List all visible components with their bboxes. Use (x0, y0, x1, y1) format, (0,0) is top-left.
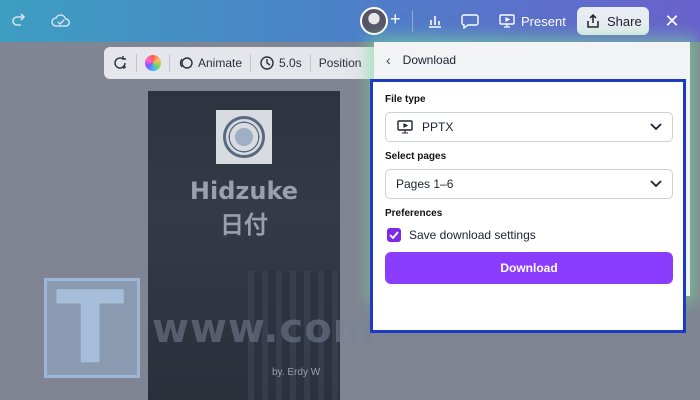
preferences-label: Preferences (385, 208, 443, 219)
position-button[interactable]: Position (311, 47, 370, 79)
divider (412, 10, 413, 32)
watermark-letter: T (56, 269, 125, 386)
share-icon (587, 13, 599, 28)
animate-button[interactable]: Animate (170, 47, 250, 79)
panel-header: ‹ Download (374, 42, 690, 78)
color-picker[interactable] (137, 47, 169, 79)
cloud-sync-icon[interactable] (48, 8, 74, 34)
design-subtitle: 日付 (220, 211, 268, 239)
duration-button[interactable]: 5.0s (251, 47, 310, 79)
share-button[interactable]: Share (577, 7, 649, 35)
color-wheel-icon (145, 55, 161, 71)
file-type-label: File type (385, 94, 426, 105)
presentation-icon (396, 119, 414, 135)
save-settings-row[interactable]: Save download settings (387, 228, 536, 242)
file-type-select[interactable]: PPTX (385, 112, 673, 142)
clock-icon (260, 56, 274, 70)
present-label: Present (521, 13, 566, 29)
design-author: by. Erdy W (272, 367, 321, 378)
design-title: Hidzuke (189, 177, 299, 205)
watermark-text: www.com (152, 306, 376, 352)
avatar[interactable] (360, 7, 388, 35)
seal-logo (216, 110, 272, 164)
statistics-icon[interactable] (421, 8, 449, 34)
design-page[interactable]: Hidzuke 日付 by. Erdy W (148, 91, 340, 400)
duration-label: 5.0s (279, 56, 302, 70)
present-icon (499, 14, 515, 28)
save-settings-checkbox[interactable] (387, 228, 401, 242)
panel-title: Download (402, 53, 457, 67)
check-icon (389, 231, 399, 239)
select-pages-select[interactable]: Pages 1–6 (385, 169, 673, 199)
chevron-down-icon (650, 177, 662, 191)
download-options: File type PPTX Select pages Pages 1–6 Pr… (370, 79, 686, 333)
download-panel: ‹ Download File type PPTX Select pages P… (370, 42, 690, 333)
editor-header: + Present Share ✕ (0, 0, 700, 42)
select-pages-value: Pages 1–6 (396, 177, 454, 191)
back-arrow-icon[interactable]: ‹ (386, 52, 391, 68)
plus-icon[interactable]: + (390, 9, 401, 30)
share-label: Share (607, 13, 642, 29)
file-type-value: PPTX (422, 120, 454, 134)
save-settings-label: Save download settings (409, 228, 536, 242)
select-pages-label: Select pages (385, 151, 447, 162)
canvas-toolbar: Animate 5.0s Position (104, 47, 384, 79)
animate-label: Animate (198, 56, 243, 70)
close-icon[interactable]: ✕ (660, 8, 684, 34)
position-label: Position (318, 56, 362, 70)
animate-icon (179, 57, 193, 69)
chevron-down-icon (650, 120, 662, 134)
download-button[interactable]: Download (385, 252, 673, 284)
comment-icon[interactable] (456, 8, 484, 34)
present-button[interactable]: Present (491, 7, 571, 35)
redo-icon[interactable] (6, 8, 32, 34)
replace-icon[interactable] (104, 47, 136, 79)
